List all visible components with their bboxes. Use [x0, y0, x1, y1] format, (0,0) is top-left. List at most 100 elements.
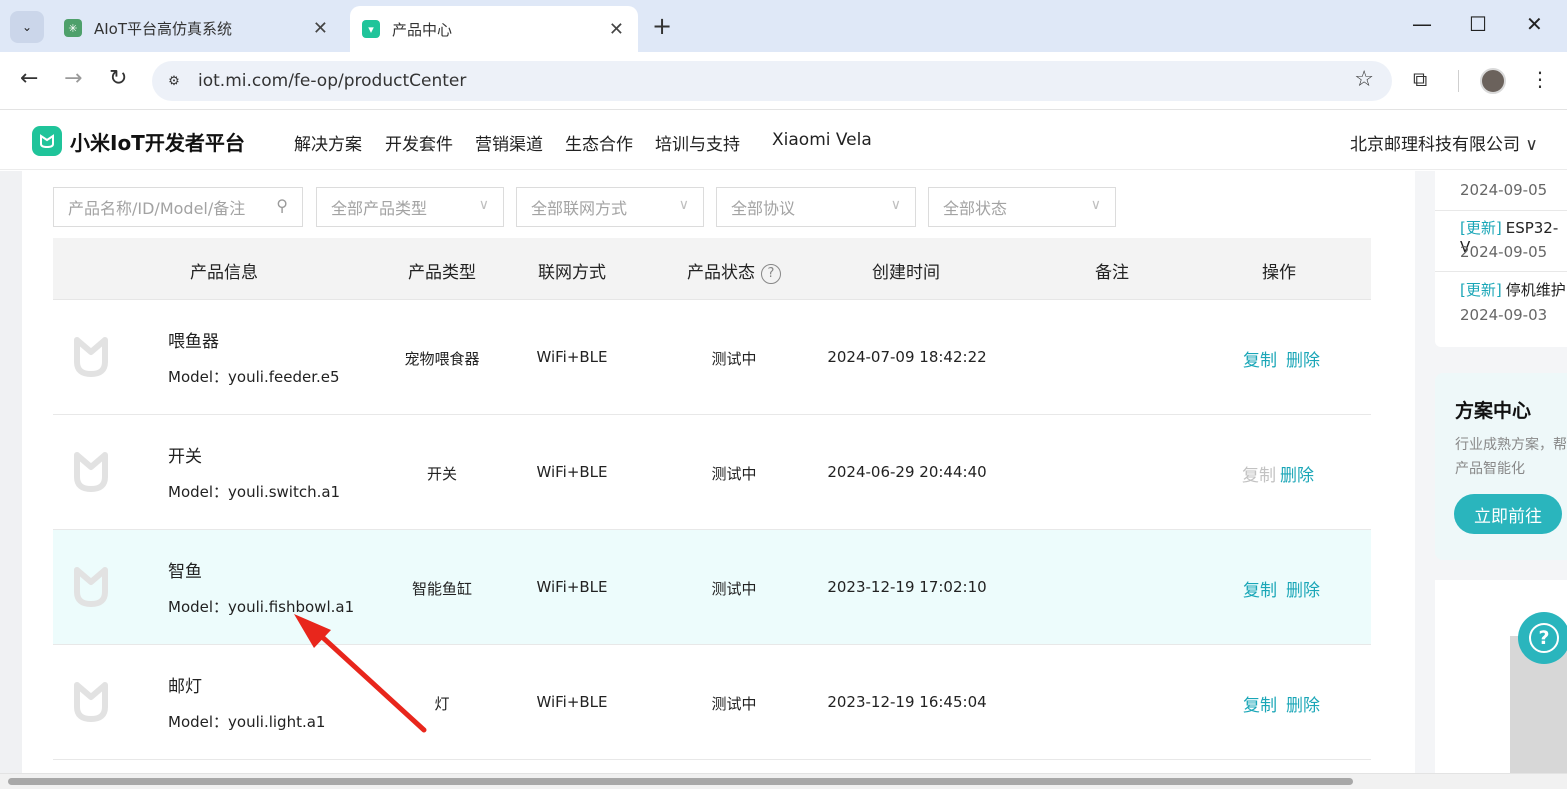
copy-button[interactable]: 复制	[1243, 346, 1277, 371]
scrollbar-thumb[interactable]	[8, 778, 1353, 785]
question-mark-icon: ?	[1529, 623, 1559, 653]
profile-avatar[interactable]	[1480, 68, 1506, 94]
horizontal-scrollbar[interactable]	[0, 773, 1567, 789]
col-actions: 操作	[1262, 263, 1296, 283]
reload-icon[interactable]: ↻	[109, 66, 127, 91]
chevron-down-icon: ∨	[1525, 135, 1538, 155]
company-name: 北京邮理科技有限公司	[1350, 135, 1520, 155]
news-tag: [更新]	[1460, 219, 1502, 237]
help-circle-icon[interactable]: ?	[761, 264, 781, 284]
table-row[interactable]: 智鱼 Model：youli.fishbowl.a1 智能鱼缸 WiFi+BLE 测试中…	[53, 530, 1371, 645]
product-status: 测试中	[711, 350, 757, 368]
delete-button[interactable]: 删除	[1286, 576, 1320, 601]
brand-title[interactable]: 小米IoT开发者平台	[70, 127, 245, 156]
close-tab-icon[interactable]: ✕	[313, 18, 328, 39]
table-header: 产品信息 产品类型 联网方式 产品状态? 创建时间 备注 操作	[53, 238, 1371, 300]
back-arrow-icon[interactable]: ←	[20, 66, 38, 91]
tab-title: 产品中心	[392, 20, 453, 39]
product-model: Model：youli.light.a1	[168, 711, 325, 732]
created-time: 2023-12-19 17:02:10	[827, 578, 987, 596]
forward-arrow-icon[interactable]: →	[64, 66, 82, 91]
close-tab-icon[interactable]: ✕	[609, 19, 624, 40]
chevron-down-icon: ∨	[678, 197, 689, 213]
delete-button[interactable]: 删除	[1286, 346, 1320, 371]
col-note: 备注	[1095, 263, 1129, 283]
product-type-select[interactable]: 全部产品类型 ∨	[316, 187, 504, 227]
status-select[interactable]: 全部状态 ∨	[928, 187, 1116, 227]
go-now-button[interactable]: 立即前往	[1454, 494, 1562, 534]
col-status: 产品状态?	[687, 258, 781, 284]
extensions-puzzle-icon[interactable]: ⧉	[1413, 67, 1427, 91]
site-settings-icon[interactable]: ⚙	[162, 69, 186, 93]
news-date: 2024-09-03	[1460, 306, 1548, 324]
solution-center-desc-2: 产品智能化	[1455, 461, 1525, 477]
chevron-down-icon: ∨	[1090, 197, 1101, 213]
created-time: 2023-12-19 16:45:04	[827, 693, 987, 711]
select-value: 全部联网方式	[531, 199, 628, 218]
select-value: 全部协议	[731, 199, 796, 218]
product-placeholder-icon	[73, 564, 109, 610]
divider	[1435, 210, 1567, 211]
nav-marketing[interactable]: 营销渠道	[475, 130, 543, 155]
model-prefix: Model：	[168, 598, 229, 616]
product-name: 开关	[168, 447, 202, 467]
col-created: 创建时间	[872, 263, 940, 283]
company-menu[interactable]: 北京邮理科技有限公司 ∨	[1350, 130, 1538, 155]
model-value: youli.feeder.e5	[228, 368, 340, 386]
model-value: youli.fishbowl.a1	[228, 598, 355, 616]
news-tag: [更新]	[1460, 281, 1502, 299]
chevron-down-icon: ∨	[478, 197, 489, 213]
search-icon[interactable]: ⚲	[276, 196, 288, 215]
nav-ecosystem[interactable]: 生态合作	[565, 130, 633, 155]
table-row[interactable]: 喂鱼器 Model：youli.feeder.e5 宠物喂食器 WiFi+BLE 测试中…	[53, 300, 1371, 415]
tab-search-chevron-icon[interactable]: ⌄	[10, 11, 44, 43]
delete-button[interactable]: 删除	[1280, 461, 1314, 486]
product-model: Model：youli.switch.a1	[168, 481, 340, 502]
delete-button[interactable]: 删除	[1286, 691, 1320, 716]
url-text[interactable]: iot.mi.com/fe-op/productCenter	[198, 71, 466, 91]
table-row[interactable]: 邮灯 Model：youli.light.a1 灯 WiFi+BLE 测试中 2023-1…	[53, 645, 1371, 760]
browser-menu-icon[interactable]: ⋮	[1530, 67, 1550, 91]
nav-solutions[interactable]: 解决方案	[294, 130, 362, 155]
product-name: 喂鱼器	[168, 332, 219, 352]
product-status: 测试中	[711, 580, 757, 598]
table-row[interactable]: 开关 Model：youli.switch.a1 开关 WiFi+BLE 测试中 2024…	[53, 415, 1371, 530]
copy-button[interactable]: 复制	[1243, 691, 1277, 716]
browser-tab-aiot[interactable]: ✳ AIoT平台高仿真系统 ✕	[52, 8, 342, 48]
new-tab-button[interactable]: +	[652, 12, 672, 40]
minimize-icon[interactable]: —	[1412, 12, 1432, 36]
aiot-favicon-icon: ✳	[64, 19, 82, 37]
solution-center-title: 方案中心	[1455, 400, 1532, 422]
url-field[interactable]: ⚙ iot.mi.com/fe-op/productCenter ☆	[152, 61, 1392, 101]
select-value: 全部状态	[943, 199, 1008, 218]
protocol-select[interactable]: 全部协议 ∨	[716, 187, 916, 227]
model-value: youli.switch.a1	[228, 483, 341, 501]
news-text: 停机维护	[1505, 281, 1566, 299]
address-toolbar: ← → ↻ ⚙ iot.mi.com/fe-op/productCenter ☆…	[0, 52, 1567, 110]
news-item[interactable]: [更新] 停机维护	[1460, 279, 1566, 300]
toolbar-divider	[1458, 70, 1459, 92]
divider	[1435, 271, 1567, 272]
nav-dev-kits[interactable]: 开发套件	[385, 130, 453, 155]
browser-tab-product-center[interactable]: ▾ 产品中心 ✕	[350, 6, 638, 52]
network-type-select[interactable]: 全部联网方式 ∨	[516, 187, 704, 227]
bookmark-star-icon[interactable]: ☆	[1354, 67, 1374, 92]
maximize-icon[interactable]: ☐	[1469, 12, 1487, 36]
window-close-icon[interactable]: ✕	[1526, 12, 1543, 36]
mi-logo-icon[interactable]	[32, 126, 62, 156]
nav-training[interactable]: 培训与支持	[655, 130, 740, 155]
product-status: 测试中	[711, 465, 757, 483]
news-date: 2024-09-05	[1460, 243, 1548, 261]
left-gutter	[0, 171, 22, 773]
mi-favicon-icon: ▾	[362, 20, 380, 38]
product-search-input[interactable]: 产品名称/ID/Model/备注 ⚲	[53, 187, 303, 227]
model-prefix: Model：	[168, 713, 229, 731]
nav-xiaomi-vela[interactable]: Xiaomi Vela	[772, 130, 872, 150]
product-name: 邮灯	[168, 677, 202, 697]
solution-center-desc-1: 行业成熟方案，帮	[1455, 437, 1567, 453]
select-value: 全部产品类型	[331, 199, 428, 218]
help-button[interactable]: ?	[1518, 612, 1567, 664]
copy-button[interactable]: 复制	[1243, 576, 1277, 601]
product-model: Model：youli.feeder.e5	[168, 366, 340, 387]
col-product-type: 产品类型	[408, 263, 476, 283]
